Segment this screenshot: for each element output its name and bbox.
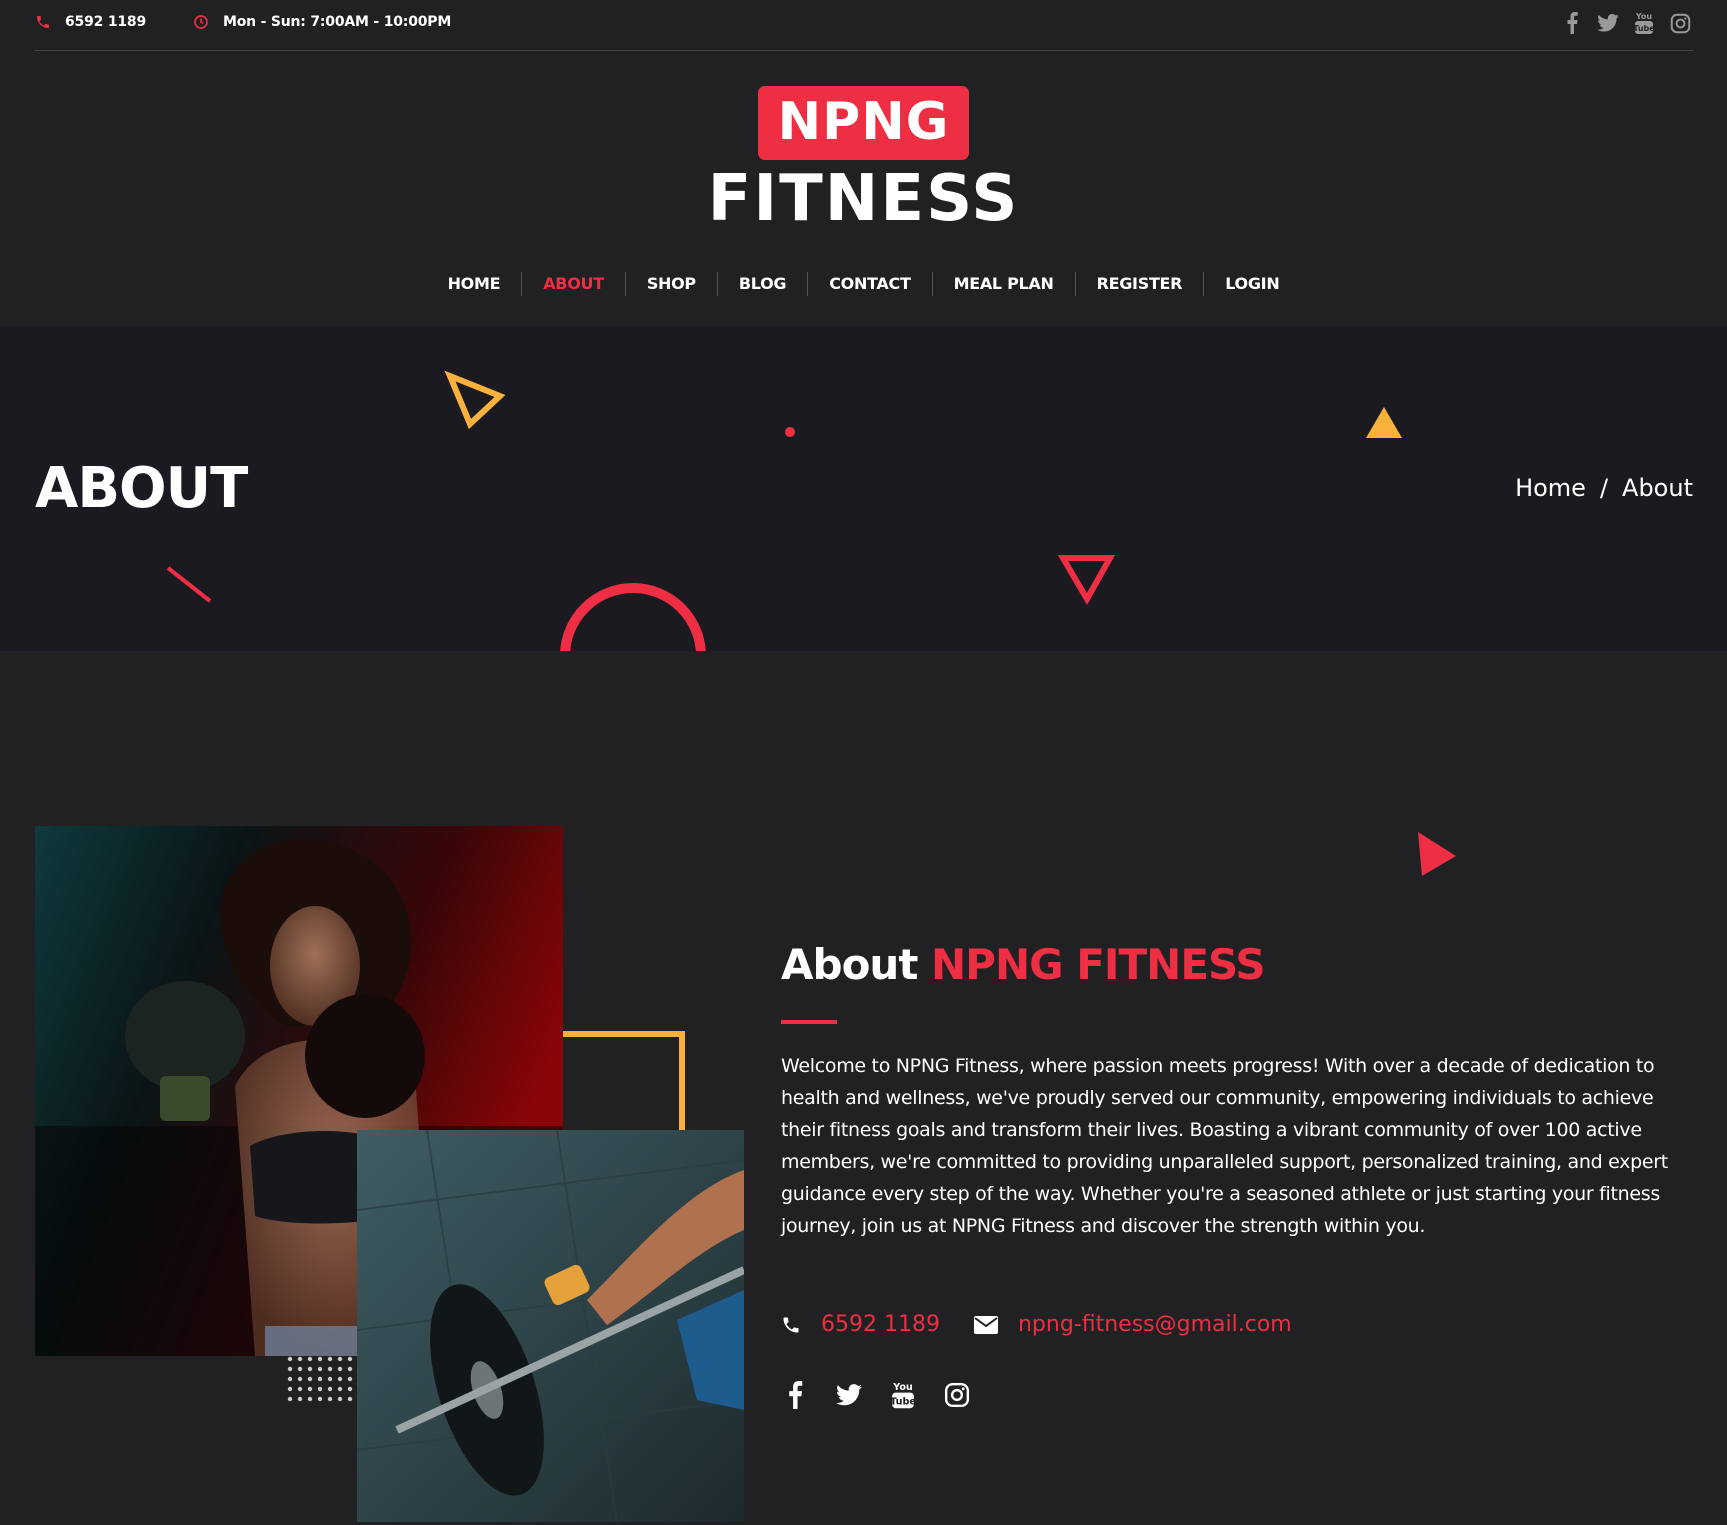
twitter-icon[interactable] (1595, 10, 1621, 36)
youtube-icon[interactable]: You Tube (889, 1380, 917, 1410)
contact-email: npng-fitness@gmail.com (973, 1312, 1292, 1337)
page-title: ABOUT (35, 456, 248, 521)
svg-text:Tube: Tube (891, 1397, 915, 1408)
contact-phone-link[interactable]: 6592 1189 (821, 1312, 940, 1337)
phone-icon (37, 16, 49, 28)
red-dash (166, 566, 212, 603)
about-heading-prefix: About (781, 940, 918, 989)
instagram-icon[interactable] (1667, 10, 1693, 36)
yellow-outline-triangle (444, 370, 506, 430)
breadcrumb-separator: / (1599, 474, 1609, 502)
nav-item-register[interactable]: REGISTER (1074, 272, 1204, 296)
svg-text:Tube: Tube (1634, 24, 1654, 33)
about-description: Welcome to NPNG Fitness, where passion m… (781, 1055, 1668, 1237)
instagram-icon[interactable] (943, 1380, 971, 1410)
top-bar: 6592 1189 Mon - Sun: 7:00AM - 10:00PM Yo… (35, 0, 1693, 51)
nav-item-meal-plan[interactable]: MEAL PLAN (931, 272, 1075, 296)
clock-icon (194, 15, 208, 29)
yellow-triangle (1366, 407, 1402, 438)
contact-info: 6592 1189 npng-fitness@gmail.com (781, 1312, 1292, 1337)
nav-item-about[interactable]: ABOUT (521, 272, 625, 296)
heading-underline (781, 1020, 837, 1024)
site-logo[interactable]: NPNG FITNESS (0, 86, 1727, 234)
decorative-frame (563, 1031, 685, 1131)
nav-item-home[interactable]: HOME (427, 272, 522, 296)
topbar-phone-text: 6592 1189 (65, 14, 147, 30)
contact-email-link[interactable]: npng-fitness@gmail.com (1018, 1312, 1292, 1337)
nav-item-blog[interactable]: BLOG (716, 272, 807, 296)
red-outline-triangle (1057, 555, 1116, 606)
barbell-photo (357, 1130, 744, 1522)
main-nav: HOME ABOUT SHOP BLOG CONTACT MEAL PLAN R… (0, 272, 1727, 296)
nav-item-shop[interactable]: SHOP (624, 272, 717, 296)
dot-pattern (287, 1356, 353, 1402)
red-ring (560, 583, 706, 651)
facebook-icon[interactable] (1559, 10, 1585, 36)
nav-item-contact[interactable]: CONTACT (807, 272, 931, 296)
about-heading: About NPNG FITNESS (781, 940, 1266, 989)
breadcrumb: Home / About (1515, 474, 1693, 502)
about-heading-brand: NPNG FITNESS (931, 940, 1266, 989)
banner-decorations (166, 370, 1402, 651)
red-dot (785, 427, 795, 437)
topbar-hours: Mon - Sun: 7:00AM - 10:00PM (193, 14, 451, 30)
logo-badge: NPNG (757, 86, 970, 160)
facebook-icon[interactable] (781, 1380, 809, 1410)
breadcrumb-current: About (1622, 474, 1693, 502)
youtube-icon[interactable]: You Tube (1631, 10, 1657, 36)
envelope-icon (973, 1315, 998, 1334)
topbar-phone[interactable]: 6592 1189 (35, 14, 146, 30)
page-banner: ABOUT Home / About (0, 326, 1727, 651)
logo-word: FITNESS (707, 162, 1020, 236)
nav-item-login[interactable]: LOGIN (1203, 272, 1300, 296)
red-play-triangle (1418, 832, 1456, 876)
about-social-links: You Tube (781, 1380, 971, 1410)
breadcrumb-home[interactable]: Home (1515, 474, 1586, 502)
topbar-hours-text: Mon - Sun: 7:00AM - 10:00PM (223, 14, 452, 30)
topbar-social-links: You Tube (1559, 10, 1693, 36)
svg-text:You: You (1635, 12, 1653, 21)
svg-text:You: You (892, 1382, 913, 1393)
twitter-icon[interactable] (835, 1380, 863, 1410)
phone-icon (783, 1317, 799, 1332)
